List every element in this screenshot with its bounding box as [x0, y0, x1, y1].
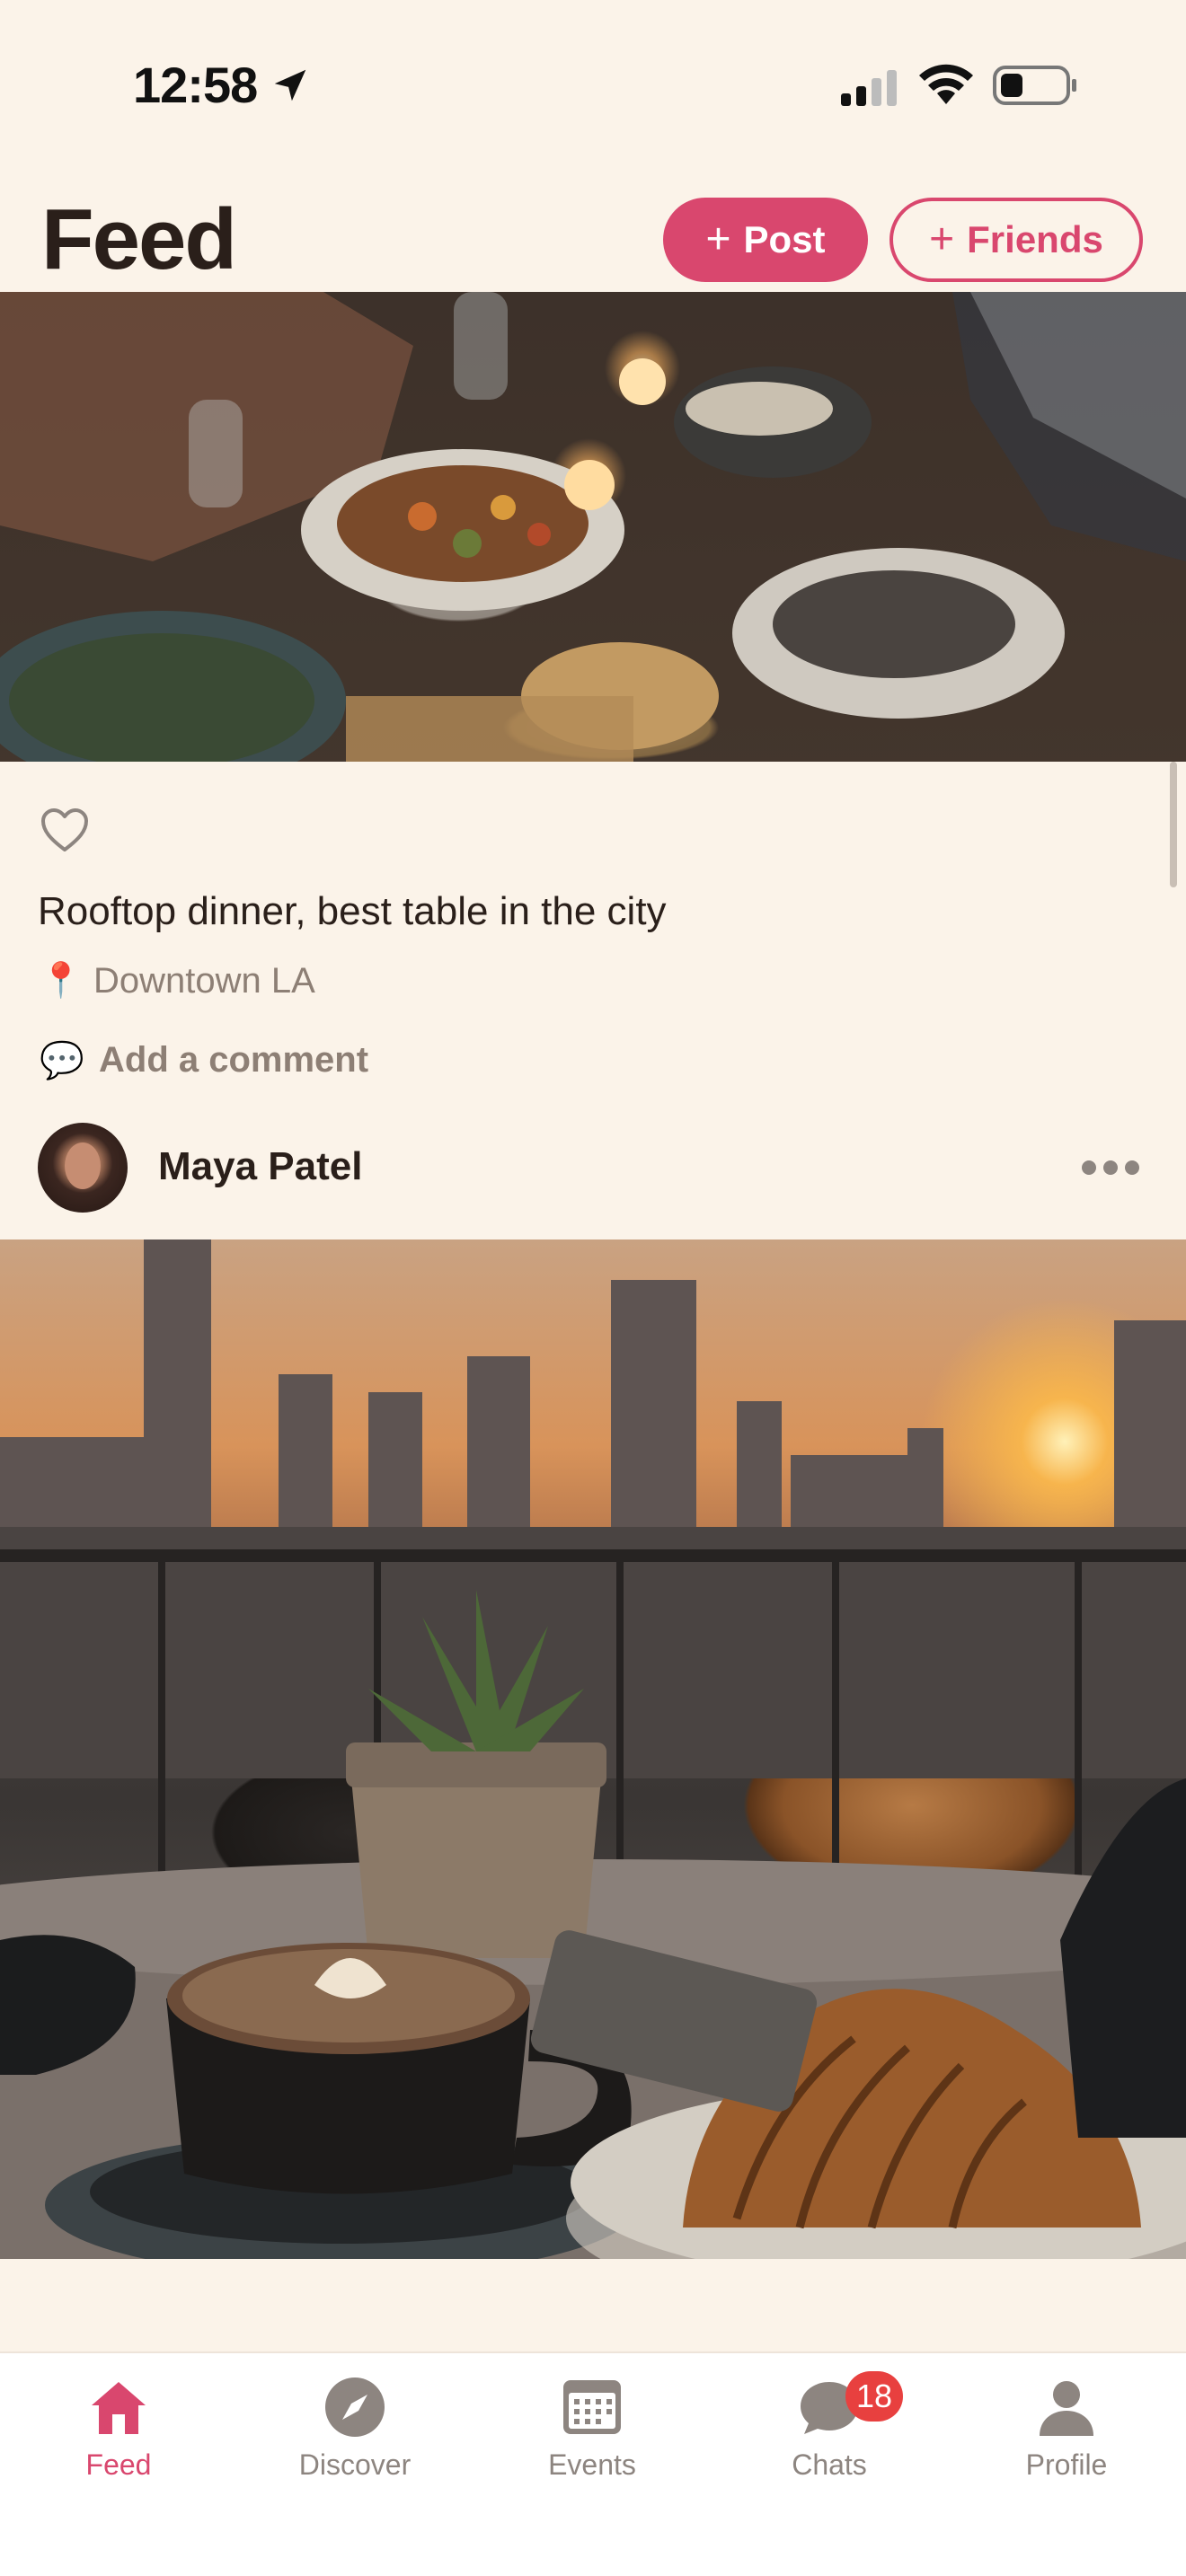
location-text: Downtown LA: [93, 960, 315, 1001]
dinner-table-photo[interactable]: [0, 292, 1186, 762]
tab-discover[interactable]: Discover: [265, 2375, 445, 2501]
tab-label: Profile: [1025, 2448, 1108, 2481]
friends-button[interactable]: + Friends: [890, 198, 1143, 282]
tab-label: Chats: [792, 2448, 867, 2481]
post-button-label: Post: [743, 218, 826, 260]
tab-feed[interactable]: Feed: [29, 2375, 208, 2501]
avatar-face: [65, 1142, 101, 1189]
tab-label: Events: [548, 2448, 636, 2481]
post-location[interactable]: 📍 Downtown LA: [40, 959, 315, 1002]
post-author-row: Maya Patel: [38, 1123, 1152, 1213]
status-bar: 12:58: [0, 0, 1186, 171]
page-title: Feed: [41, 191, 237, 287]
avatar[interactable]: [38, 1123, 128, 1213]
compass-icon: [325, 2378, 385, 2437]
add-comment-button[interactable]: 💬 Add a comment: [40, 1040, 368, 1081]
post-button[interactable]: + Post: [663, 198, 868, 282]
post-caption: Rooftop dinner, best table in the city: [38, 889, 667, 933]
signal-icon: [841, 70, 897, 106]
battery-icon: [993, 66, 1076, 105]
add-comment-label: Add a comment: [99, 1040, 369, 1080]
dinner-photo-detail: [0, 292, 1186, 762]
location-arrow-icon: [274, 69, 306, 101]
plus-icon: +: [929, 216, 955, 263]
ellipsis-icon[interactable]: [1080, 1159, 1141, 1177]
notification-badge: 18: [845, 2371, 903, 2422]
calendar-icon: [563, 2380, 621, 2434]
home-icon: [92, 2382, 146, 2434]
pin-icon: 📍: [40, 962, 83, 1000]
friends-button-label: Friends: [967, 218, 1103, 260]
tab-label: Feed: [85, 2448, 152, 2481]
rooftop-cafe-sunset-photo[interactable]: [0, 1239, 1186, 2259]
heart-outline-icon[interactable]: [40, 807, 90, 853]
tab-events[interactable]: Events: [502, 2375, 682, 2501]
tab-label: Discover: [298, 2448, 412, 2481]
scrollbar[interactable]: [1170, 762, 1177, 887]
plus-icon: +: [705, 216, 731, 263]
wifi-icon: [919, 64, 973, 104]
speech-bubble-icon: 💬: [40, 1040, 84, 1081]
tab-profile[interactable]: Profile: [977, 2375, 1156, 2501]
tab-chats[interactable]: Chats 18: [739, 2371, 919, 2501]
author-name[interactable]: Maya Patel: [158, 1144, 362, 1189]
cafe-photo-detail: [0, 1239, 1186, 2259]
tab-bar: Feed Discover Events Chats 18 Profile: [0, 2351, 1186, 2576]
status-time: 12:58: [133, 57, 258, 113]
person-icon: [1040, 2381, 1093, 2436]
